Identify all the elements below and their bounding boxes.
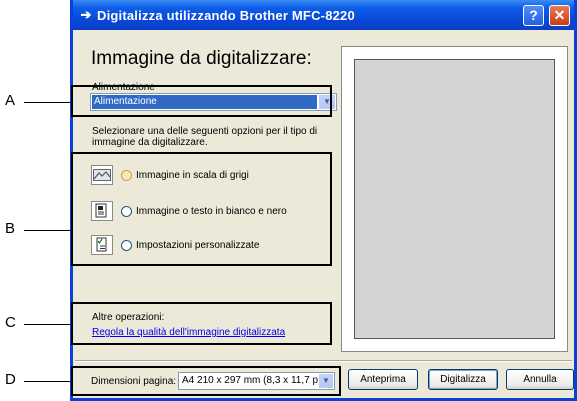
callout-b-box	[71, 152, 332, 266]
page-heading: Immagine da digitalizzare:	[91, 48, 312, 69]
help-button[interactable]: ?	[523, 5, 544, 26]
preview-page	[354, 59, 555, 339]
callout-d-box	[71, 366, 341, 396]
window-title: Digitalizza utilizzando Brother MFC-8220	[97, 7, 355, 23]
footer-divider	[75, 360, 572, 362]
preview-button[interactable]: Anteprima	[348, 369, 418, 390]
callout-c: C	[5, 314, 16, 331]
close-button[interactable]: ✕	[549, 5, 570, 26]
preview-area[interactable]	[341, 46, 568, 352]
scan-button[interactable]: Digitalizza	[428, 369, 498, 390]
callout-d: D	[5, 371, 16, 388]
scanner-app-icon: ➔	[80, 7, 92, 22]
instructions-text: Selezionare una delle seguenti opzioni p…	[92, 126, 318, 148]
callout-a: A	[5, 92, 16, 109]
title-bar[interactable]: ➔ Digitalizza utilizzando Brother MFC-82…	[73, 0, 574, 30]
callout-b: B	[5, 220, 16, 237]
callout-a-box	[71, 85, 332, 117]
callout-c-box	[71, 302, 332, 345]
cancel-button[interactable]: Annulla	[506, 369, 574, 390]
